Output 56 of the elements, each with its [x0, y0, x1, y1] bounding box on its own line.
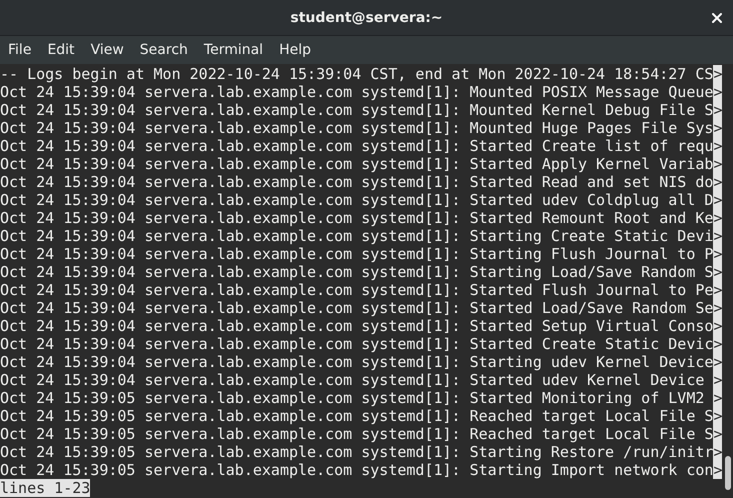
overflow-marker: > [713, 155, 722, 173]
overflow-marker: > [713, 263, 722, 281]
overflow-marker: > [713, 191, 722, 209]
menu-item[interactable]: Terminal [204, 42, 272, 58]
overflow-marker: > [713, 317, 722, 335]
log-line: Oct 24 15:39:04 servera.lab.example.com systemd[1]: Starting Load/Save Random S [0, 263, 714, 281]
overflow-marker: > [713, 119, 722, 137]
log-line: Oct 24 15:39:05 servera.lab.example.com systemd[1]: Reached target Local File S [0, 407, 714, 425]
scrollbar-thumb[interactable] [725, 456, 731, 490]
log-line: Oct 24 15:39:04 servera.lab.example.com systemd[1]: Mounted Kernel Debug File S [0, 101, 714, 119]
overflow-marker: > [713, 83, 722, 101]
log-line: Oct 24 15:39:04 servera.lab.example.com systemd[1]: Started udev Kernel Device [0, 371, 706, 389]
overflow-marker: > [713, 389, 722, 407]
menu-item[interactable]: View [90, 42, 132, 58]
log-line: Oct 24 15:39:04 servera.lab.example.com systemd[1]: Started Read and set NIS do [0, 173, 714, 191]
overflow-marker: > [713, 101, 722, 119]
menu-item[interactable]: Edit [47, 42, 83, 58]
log-line: Oct 24 15:39:04 servera.lab.example.com systemd[1]: Started Load/Save Random Se [0, 299, 714, 317]
close-icon[interactable] [711, 12, 723, 24]
overflow-marker: > [713, 65, 722, 83]
log-line: Oct 24 15:39:05 servera.lab.example.com systemd[1]: Starting Import network con [0, 461, 714, 479]
log-line: Oct 24 15:39:04 servera.lab.example.com systemd[1]: Starting Create Static Devi [0, 227, 714, 245]
window-title: student@servera:~ [290, 10, 443, 26]
overflow-marker: > [713, 461, 722, 479]
overflow-marker: > [713, 137, 722, 155]
overflow-marker: > [713, 245, 722, 263]
overflow-marker: > [713, 281, 722, 299]
log-line: Oct 24 15:39:05 servera.lab.example.com systemd[1]: Starting Restore /run/initr [0, 443, 714, 461]
menu-item[interactable]: File [8, 42, 40, 58]
log-line: Oct 24 15:39:04 servera.lab.example.com systemd[1]: Started Remount Root and Ke [0, 209, 714, 227]
log-line: Oct 24 15:39:04 servera.lab.example.com systemd[1]: Started Setup Virtual Conso [0, 317, 714, 335]
log-line: Oct 24 15:39:04 servera.lab.example.com systemd[1]: Started Apply Kernel Variab [0, 155, 714, 173]
log-line: Oct 24 15:39:04 servera.lab.example.com systemd[1]: Mounted POSIX Message Queue [0, 83, 714, 101]
log-line: Oct 24 15:39:04 servera.lab.example.com systemd[1]: Mounted Huge Pages File Sys [0, 119, 714, 137]
log-line: Oct 24 15:39:05 servera.lab.example.com systemd[1]: Started Monitoring of LVM2 [0, 389, 706, 407]
pager-status: lines 1-23 [0, 479, 90, 497]
overflow-marker: > [713, 209, 722, 227]
overflow-marker: > [713, 353, 722, 371]
menu-item[interactable]: Help [279, 42, 319, 58]
overflow-marker: > [713, 443, 722, 461]
log-line: Oct 24 15:39:04 servera.lab.example.com systemd[1]: Starting Flush Journal to P [0, 245, 714, 263]
overflow-marker: > [713, 173, 722, 191]
log-line: Oct 24 15:39:05 servera.lab.example.com systemd[1]: Reached target Local File S [0, 425, 714, 443]
overflow-marker: > [713, 299, 722, 317]
overflow-marker: > [713, 227, 722, 245]
log-line: Oct 24 15:39:04 servera.lab.example.com systemd[1]: Started Create Static Devic [0, 335, 714, 353]
log-line: -- Logs begin at Mon 2022-10-24 15:39:04 CST, end at Mon 2022-10-24 18:54:27 CS [0, 65, 714, 83]
log-line: Oct 24 15:39:04 servera.lab.example.com systemd[1]: Starting udev Kernel Device [0, 353, 714, 371]
overflow-marker: > [713, 425, 722, 443]
overflow-marker: > [713, 371, 722, 389]
log-line: Oct 24 15:39:04 servera.lab.example.com systemd[1]: Started udev Coldplug all D [0, 191, 714, 209]
overflow-marker: > [713, 407, 722, 425]
overflow-marker: > [713, 335, 722, 353]
log-line: Oct 24 15:39:04 servera.lab.example.com systemd[1]: Started Create list of requ [0, 137, 714, 155]
log-line: Oct 24 15:39:04 servera.lab.example.com systemd[1]: Started Flush Journal to Pe [0, 281, 714, 299]
menu-item[interactable]: Search [140, 42, 196, 58]
